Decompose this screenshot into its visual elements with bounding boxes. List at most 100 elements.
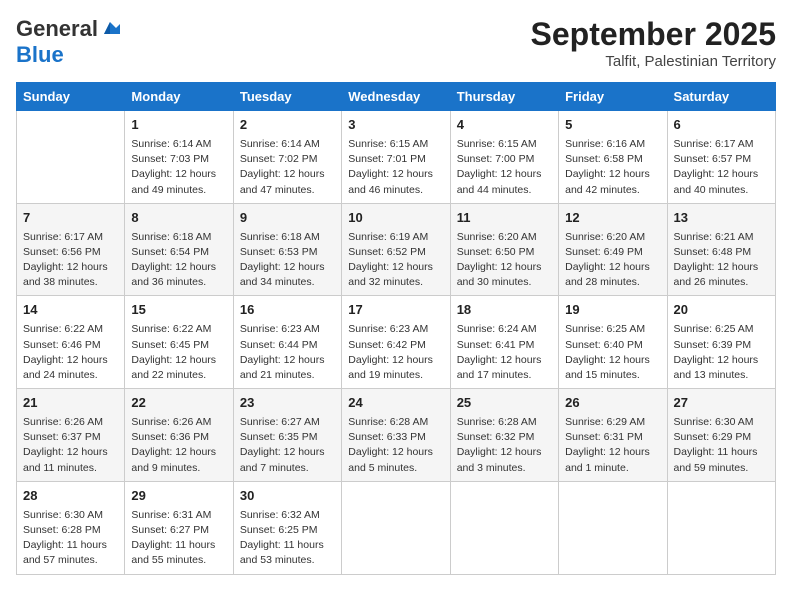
day-number: 16 xyxy=(240,301,335,320)
day-info: Sunrise: 6:31 AM Sunset: 6:27 PM Dayligh… xyxy=(131,508,226,569)
day-number: 24 xyxy=(348,394,443,413)
logo-bird-icon xyxy=(100,20,120,38)
header-sunday: Sunday xyxy=(17,83,125,111)
calendar-cell: 13 Sunrise: 6:21 AM Sunset: 6:48 PM Dayli… xyxy=(667,203,775,296)
logo-general-text: General xyxy=(16,16,98,42)
day-info: Sunrise: 6:26 AM Sunset: 6:37 PM Dayligh… xyxy=(23,415,118,476)
calendar-cell: 26 Sunrise: 6:29 AM Sunset: 6:31 PM Dayli… xyxy=(559,389,667,482)
calendar-cell: 30 Sunrise: 6:32 AM Sunset: 6:25 PM Dayli… xyxy=(233,481,341,574)
day-number: 13 xyxy=(674,209,769,228)
day-number: 29 xyxy=(131,487,226,506)
calendar-cell: 14 Sunrise: 6:22 AM Sunset: 6:46 PM Dayli… xyxy=(17,296,125,389)
day-number: 7 xyxy=(23,209,118,228)
day-info: Sunrise: 6:18 AM Sunset: 6:54 PM Dayligh… xyxy=(131,230,226,291)
day-info: Sunrise: 6:24 AM Sunset: 6:41 PM Dayligh… xyxy=(457,322,552,383)
day-info: Sunrise: 6:22 AM Sunset: 6:46 PM Dayligh… xyxy=(23,322,118,383)
day-number: 3 xyxy=(348,116,443,135)
day-info: Sunrise: 6:14 AM Sunset: 7:03 PM Dayligh… xyxy=(131,137,226,198)
calendar-cell: 10Sunrise: 6:19 AM Sunset: 6:52 PM Dayli… xyxy=(342,203,450,296)
day-info: Sunrise: 6:20 AM Sunset: 6:50 PM Dayligh… xyxy=(457,230,552,291)
title-block: September 2025 Talfit, Palestinian Terri… xyxy=(531,16,776,70)
day-number: 14 xyxy=(23,301,118,320)
header-friday: Friday xyxy=(559,83,667,111)
day-number: 20 xyxy=(674,301,769,320)
calendar-cell: 18 Sunrise: 6:24 AM Sunset: 6:41 PM Dayli… xyxy=(450,296,558,389)
day-number: 5 xyxy=(565,116,660,135)
calendar-cell: 29 Sunrise: 6:31 AM Sunset: 6:27 PM Dayli… xyxy=(125,481,233,574)
day-info: Sunrise: 6:21 AM Sunset: 6:48 PM Dayligh… xyxy=(674,230,769,291)
day-number: 22 xyxy=(131,394,226,413)
calendar-table: SundayMondayTuesdayWednesdayThursdayFrid… xyxy=(16,82,776,575)
calendar-cell xyxy=(667,481,775,574)
calendar-cell: 19Sunrise: 6:25 AM Sunset: 6:40 PM Dayli… xyxy=(559,296,667,389)
calendar-cell: 11 Sunrise: 6:20 AM Sunset: 6:50 PM Dayli… xyxy=(450,203,558,296)
calendar-cell: 2 Sunrise: 6:14 AM Sunset: 7:02 PM Daylig… xyxy=(233,111,341,204)
calendar-cell: 23Sunrise: 6:27 AM Sunset: 6:35 PM Dayli… xyxy=(233,389,341,482)
day-number: 4 xyxy=(457,116,552,135)
calendar-cell: 25Sunrise: 6:28 AM Sunset: 6:32 PM Dayli… xyxy=(450,389,558,482)
header-saturday: Saturday xyxy=(667,83,775,111)
day-number: 27 xyxy=(674,394,769,413)
day-info: Sunrise: 6:23 AM Sunset: 6:44 PM Dayligh… xyxy=(240,322,335,383)
calendar-cell: 17 Sunrise: 6:23 AM Sunset: 6:42 PM Dayli… xyxy=(342,296,450,389)
calendar-cell: 8 Sunrise: 6:18 AM Sunset: 6:54 PM Daylig… xyxy=(125,203,233,296)
calendar-cell: 5 Sunrise: 6:16 AM Sunset: 6:58 PM Daylig… xyxy=(559,111,667,204)
day-number: 21 xyxy=(23,394,118,413)
day-number: 30 xyxy=(240,487,335,506)
day-info: Sunrise: 6:16 AM Sunset: 6:58 PM Dayligh… xyxy=(565,137,660,198)
calendar-cell xyxy=(342,481,450,574)
day-info: Sunrise: 6:28 AM Sunset: 6:33 PM Dayligh… xyxy=(348,415,443,476)
header-monday: Monday xyxy=(125,83,233,111)
day-number: 6 xyxy=(674,116,769,135)
day-info: Sunrise: 6:30 AM Sunset: 6:29 PM Dayligh… xyxy=(674,415,769,476)
calendar-cell xyxy=(559,481,667,574)
day-info: Sunrise: 6:15 AM Sunset: 7:01 PM Dayligh… xyxy=(348,137,443,198)
calendar-cell: 12 Sunrise: 6:20 AM Sunset: 6:49 PM Dayli… xyxy=(559,203,667,296)
day-info: Sunrise: 6:32 AM Sunset: 6:25 PM Dayligh… xyxy=(240,508,335,569)
day-info: Sunrise: 6:18 AM Sunset: 6:53 PM Dayligh… xyxy=(240,230,335,291)
day-info: Sunrise: 6:26 AM Sunset: 6:36 PM Dayligh… xyxy=(131,415,226,476)
day-info: Sunrise: 6:19 AM Sunset: 6:52 PM Dayligh… xyxy=(348,230,443,291)
header-row: SundayMondayTuesdayWednesdayThursdayFrid… xyxy=(17,83,776,111)
day-number: 26 xyxy=(565,394,660,413)
day-number: 18 xyxy=(457,301,552,320)
calendar-cell: 28Sunrise: 6:30 AM Sunset: 6:28 PM Dayli… xyxy=(17,481,125,574)
day-info: Sunrise: 6:15 AM Sunset: 7:00 PM Dayligh… xyxy=(457,137,552,198)
calendar-cell: 4 Sunrise: 6:15 AM Sunset: 7:00 PM Daylig… xyxy=(450,111,558,204)
week-row-4: 21 Sunrise: 6:26 AM Sunset: 6:37 PM Dayli… xyxy=(17,389,776,482)
day-number: 12 xyxy=(565,209,660,228)
day-info: Sunrise: 6:29 AM Sunset: 6:31 PM Dayligh… xyxy=(565,415,660,476)
header-tuesday: Tuesday xyxy=(233,83,341,111)
day-info: Sunrise: 6:28 AM Sunset: 6:32 PM Dayligh… xyxy=(457,415,552,476)
calendar-cell: 27 Sunrise: 6:30 AM Sunset: 6:29 PM Dayli… xyxy=(667,389,775,482)
day-info: Sunrise: 6:17 AM Sunset: 6:56 PM Dayligh… xyxy=(23,230,118,291)
day-number: 17 xyxy=(348,301,443,320)
header-thursday: Thursday xyxy=(450,83,558,111)
week-row-1: 1 Sunrise: 6:14 AM Sunset: 7:03 PM Daylig… xyxy=(17,111,776,204)
calendar-cell: 20Sunrise: 6:25 AM Sunset: 6:39 PM Dayli… xyxy=(667,296,775,389)
day-number: 2 xyxy=(240,116,335,135)
day-number: 1 xyxy=(131,116,226,135)
day-number: 15 xyxy=(131,301,226,320)
calendar-cell xyxy=(17,111,125,204)
day-number: 19 xyxy=(565,301,660,320)
calendar-subtitle: Talfit, Palestinian Territory xyxy=(531,53,776,70)
calendar-cell: 9 Sunrise: 6:18 AM Sunset: 6:53 PM Daylig… xyxy=(233,203,341,296)
day-number: 11 xyxy=(457,209,552,228)
week-row-5: 28Sunrise: 6:30 AM Sunset: 6:28 PM Dayli… xyxy=(17,481,776,574)
day-info: Sunrise: 6:20 AM Sunset: 6:49 PM Dayligh… xyxy=(565,230,660,291)
calendar-cell: 16 Sunrise: 6:23 AM Sunset: 6:44 PM Dayli… xyxy=(233,296,341,389)
calendar-title: September 2025 xyxy=(531,16,776,53)
day-info: Sunrise: 6:14 AM Sunset: 7:02 PM Dayligh… xyxy=(240,137,335,198)
calendar-cell: 15 Sunrise: 6:22 AM Sunset: 6:45 PM Dayli… xyxy=(125,296,233,389)
page-header: General Blue September 2025 Talfit, Pale… xyxy=(16,16,776,70)
week-row-3: 14 Sunrise: 6:22 AM Sunset: 6:46 PM Dayli… xyxy=(17,296,776,389)
day-info: Sunrise: 6:30 AM Sunset: 6:28 PM Dayligh… xyxy=(23,508,118,569)
calendar-cell xyxy=(450,481,558,574)
day-number: 8 xyxy=(131,209,226,228)
day-number: 9 xyxy=(240,209,335,228)
day-info: Sunrise: 6:22 AM Sunset: 6:45 PM Dayligh… xyxy=(131,322,226,383)
day-info: Sunrise: 6:23 AM Sunset: 6:42 PM Dayligh… xyxy=(348,322,443,383)
calendar-cell: 7 Sunrise: 6:17 AM Sunset: 6:56 PM Daylig… xyxy=(17,203,125,296)
calendar-cell: 24 Sunrise: 6:28 AM Sunset: 6:33 PM Dayli… xyxy=(342,389,450,482)
